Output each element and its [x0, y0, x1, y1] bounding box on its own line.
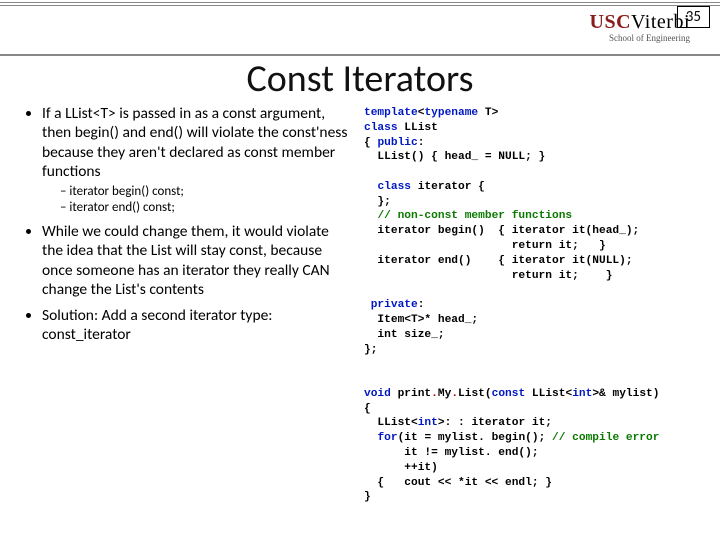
comment: // compile error [552, 432, 659, 444]
code-t [364, 432, 377, 444]
logo-viterbi: Viterbi [631, 11, 690, 33]
kw-const: const [492, 388, 526, 400]
code-t: print [391, 388, 431, 400]
code-t: My [438, 388, 451, 400]
right-column: template<typename T> class LList { publi… [360, 104, 720, 540]
code-t: } [364, 491, 371, 503]
code-t: { cout << *it << endl; } [364, 477, 552, 489]
code-t: : [418, 299, 425, 311]
kw-int: int [572, 388, 592, 400]
kw-int: int [418, 417, 438, 429]
code-t: LList() { head_ = NULL; } [364, 151, 545, 163]
code-t: ++it) [364, 462, 438, 474]
code-t: iterator { [411, 181, 485, 193]
top-rule [0, 2, 720, 6]
code-t: : [418, 137, 425, 149]
code-t: { [364, 403, 371, 415]
code-block: template<typename T> class LList { publi… [364, 106, 712, 505]
slide-title: Const Iterators [0, 56, 720, 102]
code-t: it != mylist. end(); [364, 447, 539, 459]
kw-typename: typename [424, 107, 478, 119]
bullet-3: Solution: Add a second iterator type: co… [42, 306, 352, 345]
comment: // non-const member functions [377, 210, 572, 222]
code-t: List( [458, 388, 492, 400]
code-t: >& mylist) [592, 388, 659, 400]
code-t: >: : iterator it; [438, 417, 552, 429]
kw-for: for [377, 432, 397, 444]
left-column: If a LList<T> is passed in as a const ar… [0, 104, 360, 540]
logo-usc: USC [590, 11, 632, 33]
kw-private: private [371, 299, 418, 311]
code-t: iterator begin() { iterator it(head_); [364, 225, 639, 237]
code-t: }; [364, 196, 391, 208]
code-t [364, 210, 377, 222]
code-t: (it = mylist. begin(); [398, 432, 552, 444]
code-t: . [431, 388, 438, 400]
dash-1: iterator begin() const; [60, 184, 352, 200]
bullet-2: While we could change them, it would vio… [42, 222, 352, 300]
bullet-1: If a LList<T> is passed in as a const ar… [42, 104, 352, 216]
logo-subtitle: School of Engineering [590, 34, 690, 43]
slide-body: If a LList<T> is passed in as a const ar… [0, 104, 720, 540]
kw-class: class [377, 181, 411, 193]
kw-class: class [364, 122, 398, 134]
code-t [364, 181, 377, 193]
code-t: }; [364, 344, 377, 356]
code-t: LList< [364, 417, 418, 429]
code-t: Item<T>* head_; [364, 314, 478, 326]
bullet-1-text: If a LList<T> is passed in as a const ar… [42, 104, 347, 181]
dash-2: iterator end() const; [60, 200, 352, 216]
kw-void: void [364, 388, 391, 400]
code-t: return it; } [364, 240, 606, 252]
code-t [364, 299, 371, 311]
code-t: int size_; [364, 329, 445, 341]
code-t: LList< [525, 388, 572, 400]
dash-list: iterator begin() const; iterator end() c… [42, 184, 352, 217]
kw-public: public [377, 137, 417, 149]
usc-viterbi-logo: USCViterbi School of Engineering [590, 12, 690, 43]
code-t: return it; } [364, 270, 612, 282]
code-t: LList [398, 122, 438, 134]
code-t: { [364, 137, 377, 149]
code-t: T> [478, 107, 498, 119]
code-t: iterator end() { iterator it(NULL); [364, 255, 633, 267]
kw-template: template [364, 107, 418, 119]
bullet-list: If a LList<T> is passed in as a const ar… [26, 104, 352, 344]
